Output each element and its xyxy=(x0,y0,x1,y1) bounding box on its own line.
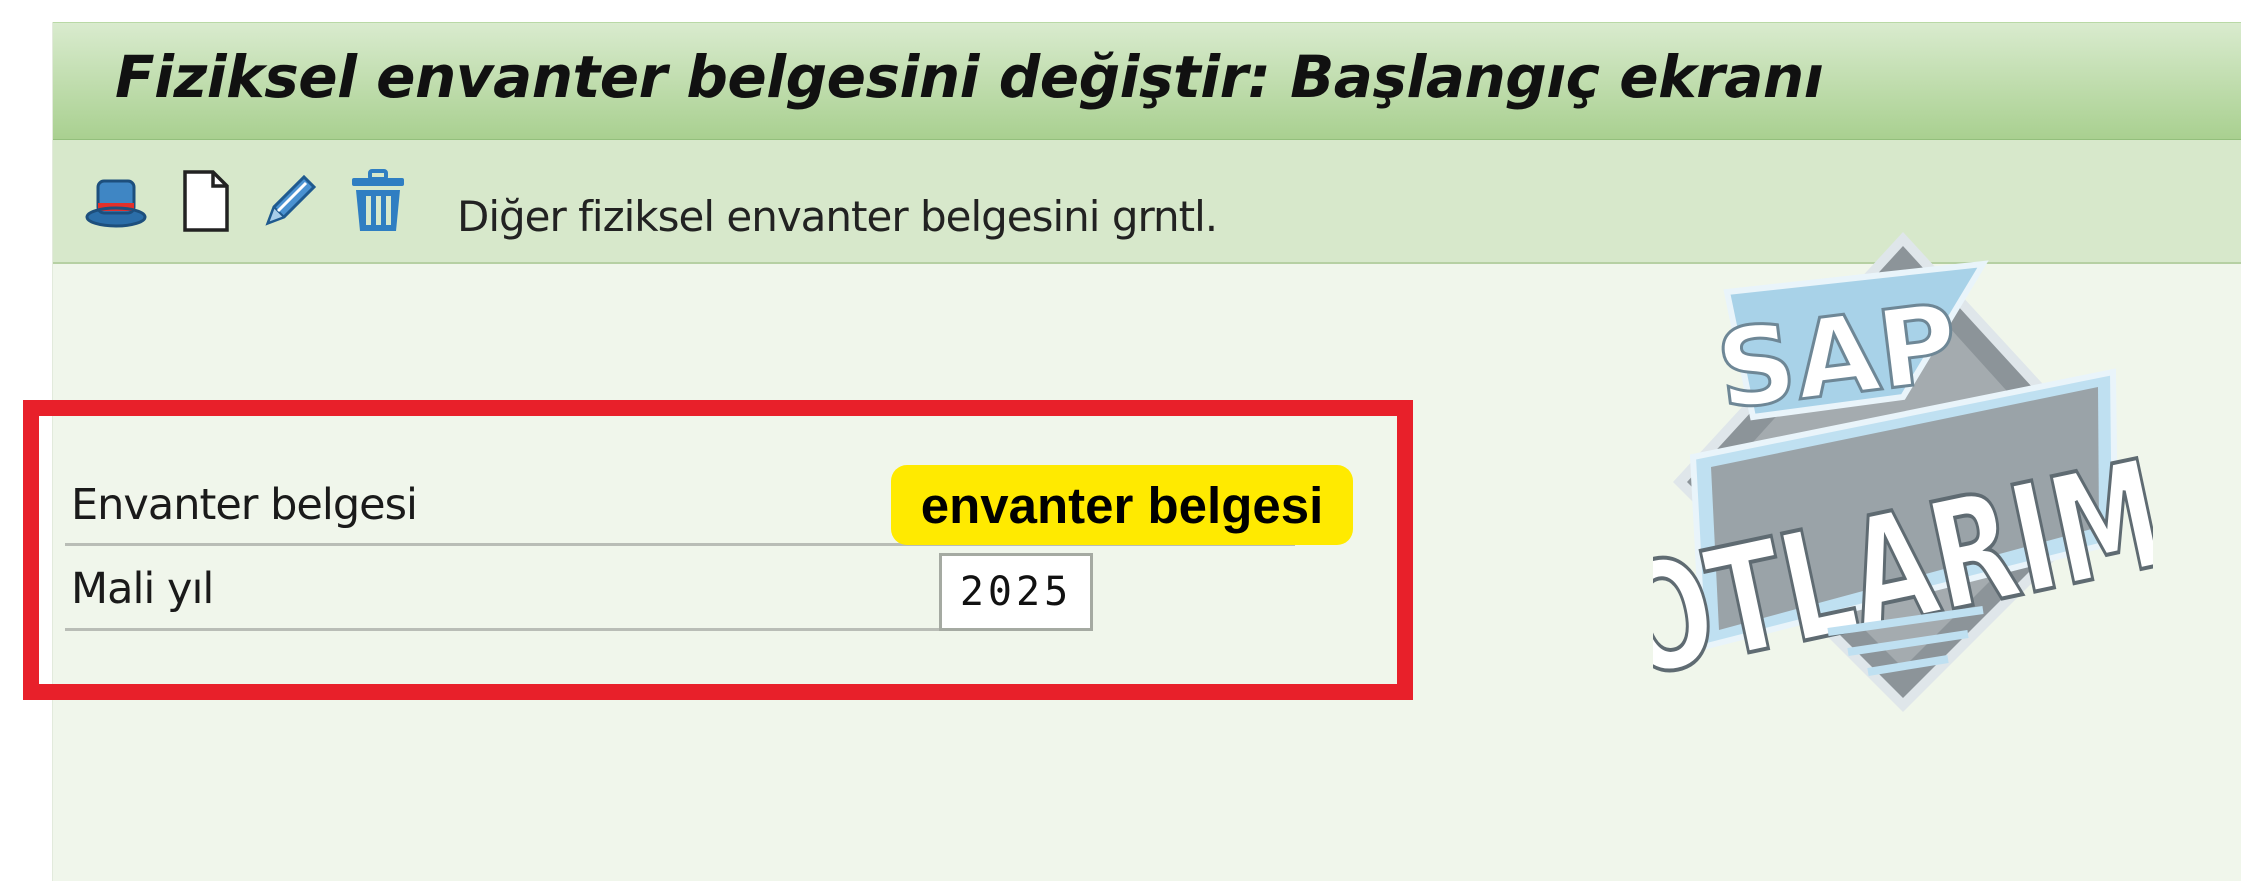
hat-icon xyxy=(85,179,147,228)
fiscal-year-input[interactable]: 2025 xyxy=(939,553,1093,631)
fiscal-year-label: Mali yıl xyxy=(71,564,214,614)
fiscal-year-row-line xyxy=(65,628,953,631)
sap-notlarim-logo: SAP NOTLARIM xyxy=(1653,232,2153,732)
delete-button[interactable] xyxy=(343,166,413,236)
page-title: Fiziksel envanter belgesini değiştir: Ba… xyxy=(115,43,1824,111)
other-document-button[interactable]: Diğer fiziksel envanter belgesini grntl. xyxy=(457,192,1218,241)
pencil-icon xyxy=(265,174,317,226)
trash-icon xyxy=(352,169,404,231)
hat-button[interactable] xyxy=(81,166,151,236)
sap-screen: Fiziksel envanter belgesini değiştir: Ba… xyxy=(23,22,2241,881)
highlight-frame xyxy=(23,400,1413,700)
annotation-callout: envanter belgesi xyxy=(891,465,1353,545)
new-document-button[interactable] xyxy=(171,166,241,236)
inventory-document-label: Envanter belgesi xyxy=(71,480,418,530)
title-bar: Fiziksel envanter belgesini değiştir: Ba… xyxy=(53,22,2241,140)
new-document-icon xyxy=(183,170,229,232)
edit-button[interactable] xyxy=(255,166,325,236)
